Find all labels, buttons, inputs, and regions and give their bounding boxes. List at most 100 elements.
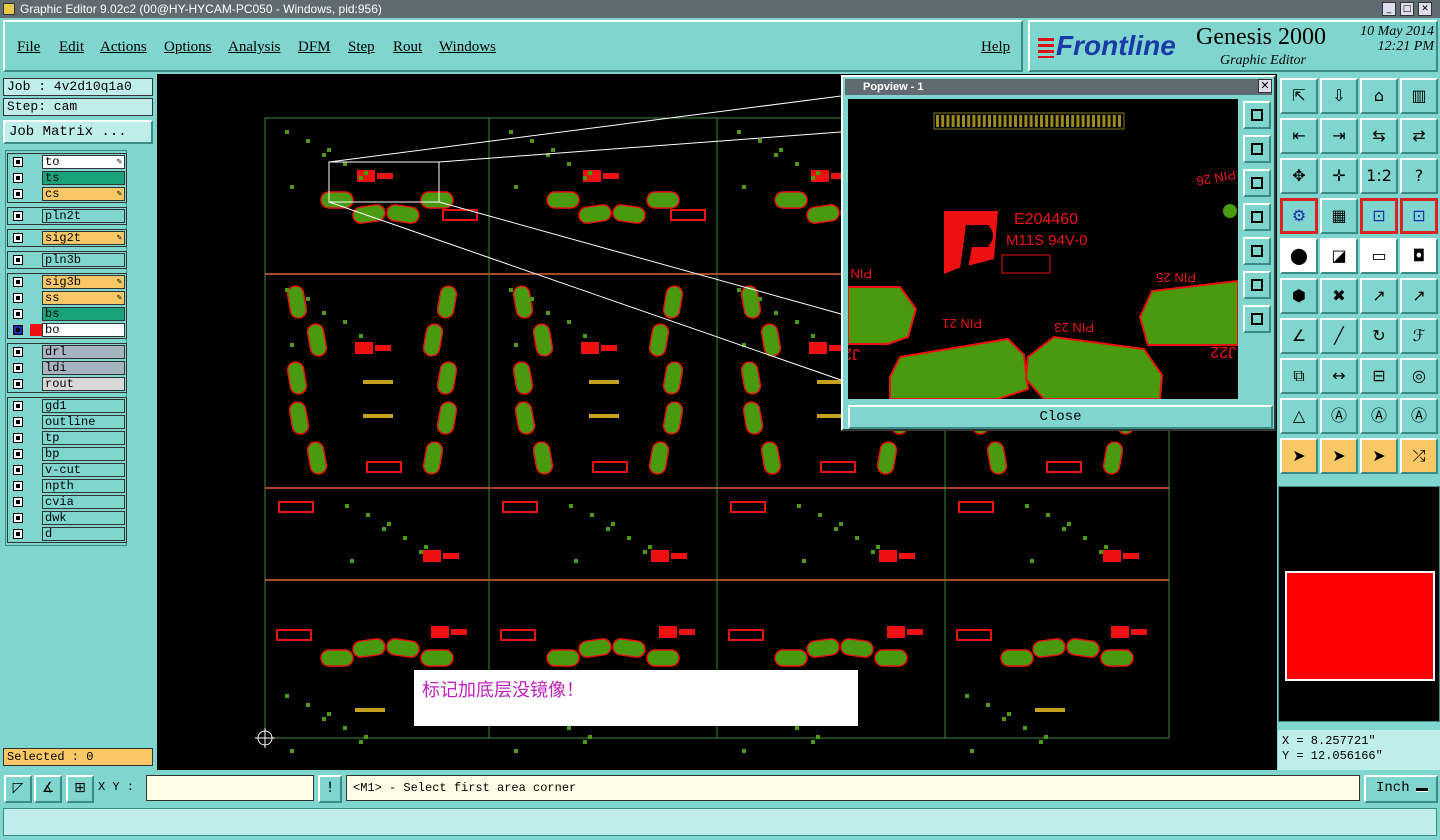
layer-name[interactable]: ss ✎ [42, 291, 125, 305]
zoom-measure-icon[interactable]: ∡ [34, 775, 62, 803]
layer-name[interactable]: npth [42, 479, 125, 493]
drill-map-tool-button[interactable]: ⊡ [1360, 198, 1398, 234]
layer-name[interactable]: bs [42, 307, 125, 321]
layer-checkbox[interactable] [13, 433, 23, 443]
fit-window-tool-button[interactable]: ✥ [1280, 158, 1318, 194]
layer-row[interactable]: v-cut [8, 462, 126, 478]
text-rot-tool-button[interactable]: Ⓐ [1400, 398, 1438, 434]
layer-checkbox[interactable] [13, 513, 23, 523]
popview-window[interactable]: Popview - 1 ✕ E204460 M11S 94V-0 PIN 21 … [841, 75, 1276, 431]
layer-checkbox[interactable] [13, 233, 23, 243]
layer-row[interactable]: dwk [8, 510, 126, 526]
contour-tool-button[interactable]: ⬢ [1280, 278, 1318, 314]
layer-checkbox[interactable] [13, 497, 23, 507]
menu-analysis[interactable]: Analysis [228, 39, 281, 56]
move-feature-tool-button[interactable]: ↗ [1360, 278, 1398, 314]
overview-map[interactable] [1278, 486, 1440, 722]
popview-center-button[interactable] [1243, 305, 1271, 333]
layer-row[interactable]: bp [8, 446, 126, 462]
grid-tool-button[interactable]: ▦ [1320, 198, 1358, 234]
menu-rout[interactable]: Rout [393, 39, 422, 56]
resize-tool-button[interactable]: ↔ [1320, 358, 1358, 394]
zoom-ratio-tool-button[interactable]: 1:2 [1360, 158, 1398, 194]
popview-pan-right-button[interactable] [1243, 237, 1271, 265]
menu-dfm[interactable]: DFM [298, 39, 331, 56]
text-move-tool-button[interactable]: Ⓐ [1360, 398, 1398, 434]
layer-up-tool-button[interactable]: ⇱ [1280, 78, 1318, 114]
menu-windows[interactable]: Windows [439, 39, 496, 56]
close-window-icon[interactable]: ✕ [1418, 2, 1432, 16]
text-edit-tool-button[interactable]: Ⓐ [1320, 398, 1358, 434]
popview-canvas[interactable]: E204460 M11S 94V-0 PIN 21 PIN 23 PIN 25 … [848, 99, 1238, 399]
layer-row[interactable]: tp [8, 430, 126, 446]
layer-name[interactable]: pln2t [42, 209, 125, 223]
flip-tool-button[interactable]: ⇄ [1400, 118, 1438, 154]
layer-row[interactable]: drl [8, 344, 126, 360]
home-view-tool-button[interactable]: ⌂ [1360, 78, 1398, 114]
help-tool-button[interactable]: ? [1400, 158, 1438, 194]
layer-row[interactable]: gd1 [8, 398, 126, 414]
layer-row[interactable]: sig3b ✎ [8, 274, 126, 290]
arc-tool-button[interactable]: ↻ [1360, 318, 1398, 354]
layer-name[interactable]: cs ✎ [42, 187, 125, 201]
overview-viewport[interactable] [1285, 571, 1435, 681]
layer-down-tool-button[interactable]: ⇩ [1320, 78, 1358, 114]
select-touch-tool-button[interactable]: ➤ [1360, 438, 1398, 474]
popview-pan-left-button[interactable] [1243, 203, 1271, 231]
move-right-tool-button[interactable]: ⇥ [1320, 118, 1358, 154]
font-tool-button[interactable]: ℱ [1400, 318, 1438, 354]
layer-name[interactable]: drl [42, 345, 125, 359]
window-titlebar[interactable]: Graphic Editor 9.02c2 (00@HY-HYCAM-PC050… [0, 0, 1440, 18]
layer-row[interactable]: bo [8, 322, 126, 338]
layer-checkbox[interactable] [13, 211, 23, 221]
layer-name[interactable]: ts [42, 171, 125, 185]
layer-name[interactable]: pln3b [42, 253, 125, 267]
popview-titlebar[interactable]: Popview - 1 [845, 79, 1272, 95]
layer-row[interactable]: ldi [8, 360, 126, 376]
menu-help[interactable]: Help [981, 39, 1010, 56]
layer-checkbox[interactable] [13, 379, 23, 389]
maximize-icon[interactable]: □ [1400, 2, 1414, 16]
layer-checkbox[interactable] [13, 173, 23, 183]
layer-row[interactable]: pln2t [8, 208, 126, 224]
layer-name[interactable]: tp [42, 431, 125, 445]
layer-name[interactable]: dwk [42, 511, 125, 525]
layer-row[interactable]: sig2t ✎ [8, 230, 126, 246]
menu-actions[interactable]: Actions [100, 39, 147, 56]
text-add-tool-button[interactable]: △ [1280, 398, 1318, 434]
layer-checkbox[interactable] [13, 293, 23, 303]
move-left-tool-button[interactable]: ⇤ [1280, 118, 1318, 154]
layer-name[interactable]: ldi [42, 361, 125, 375]
layer-name[interactable]: sig3b ✎ [42, 275, 125, 289]
minimize-icon[interactable]: _ [1382, 2, 1396, 16]
menu-edit[interactable]: Edit [59, 39, 84, 56]
pointer-tool-button[interactable]: ➤ [1280, 438, 1318, 474]
layer-row[interactable]: npth [8, 478, 126, 494]
netlist-tool-button[interactable]: ◎ [1400, 358, 1438, 394]
swap-tool-button[interactable]: ⇆ [1360, 118, 1398, 154]
select-box-tool-button[interactable]: ➤ [1320, 438, 1358, 474]
layer-checkbox[interactable] [13, 465, 23, 475]
xy-input[interactable] [146, 775, 314, 801]
layer-row[interactable]: ts [8, 170, 126, 186]
layer-checkbox[interactable] [13, 255, 23, 265]
layer-name[interactable]: bo [42, 323, 125, 337]
layer-row[interactable]: outline [8, 414, 126, 430]
popview-zoom-in-button[interactable] [1243, 101, 1271, 129]
snap-grid-icon[interactable]: ⊞ [66, 775, 94, 803]
copy-feature-tool-button[interactable]: ↗ [1400, 278, 1438, 314]
center-view-tool-button[interactable]: ✛ [1320, 158, 1358, 194]
layer-row[interactable]: rout [8, 376, 126, 392]
split-view-tool-button[interactable]: ▥ [1400, 78, 1438, 114]
layer-checkbox[interactable] [13, 449, 23, 459]
layer-name[interactable]: to ✎ [42, 155, 125, 169]
zoom-area-icon[interactable]: ◸ [4, 775, 32, 803]
popview-pan-up-button[interactable] [1243, 135, 1271, 163]
layer-row[interactable]: d [8, 526, 126, 542]
layer-checkbox[interactable] [13, 157, 23, 167]
menu-file[interactable]: File [17, 39, 40, 56]
layer-name[interactable]: gd1 [42, 399, 125, 413]
layer-checkbox[interactable] [13, 417, 23, 427]
select-region-tool-button[interactable]: ◪ [1320, 238, 1358, 274]
layer-checkbox[interactable] [13, 347, 23, 357]
